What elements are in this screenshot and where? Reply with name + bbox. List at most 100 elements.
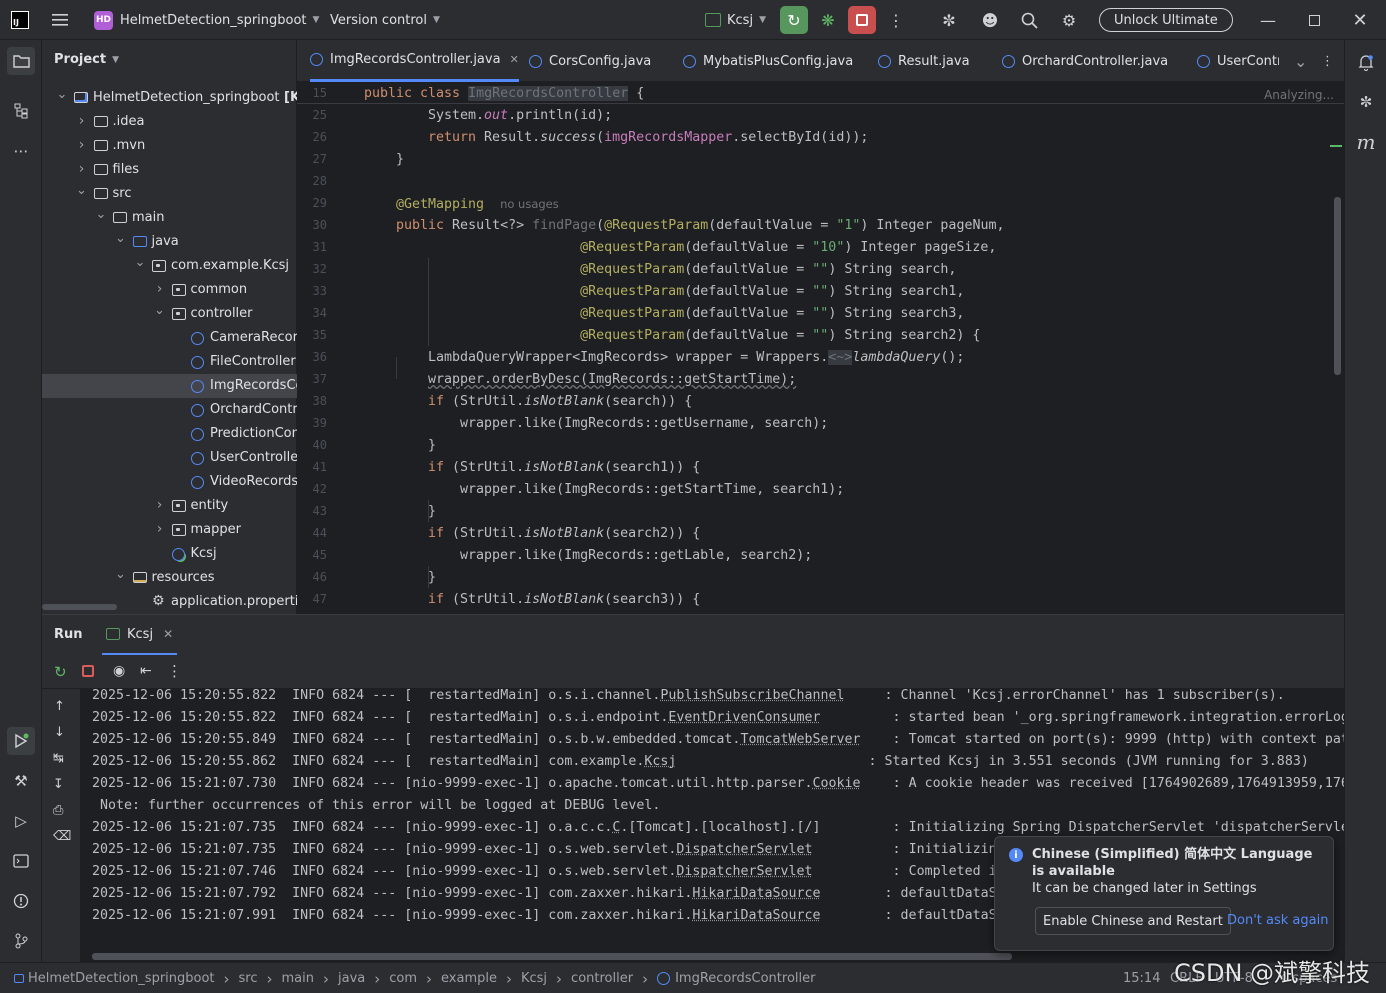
tree-item-usercontroller[interactable]: UserController: [42, 446, 297, 470]
terminal-icon[interactable]: [7, 847, 35, 875]
chevron-right-icon[interactable]: ›: [154, 281, 166, 297]
tree-item-mapper[interactable]: › mapper: [42, 518, 297, 542]
tree-item--mvn[interactable]: › .mvn: [42, 134, 297, 158]
tab-corsconfig-java[interactable]: CorsConfig.java: [529, 40, 651, 82]
dont-ask-again-link[interactable]: Don't ask again: [1227, 913, 1328, 928]
enable-chinese-restart-button[interactable]: Enable Chinese and Restart: [1035, 907, 1231, 935]
maven-icon[interactable]: m: [1352, 128, 1380, 156]
app-logo[interactable]: IJ: [6, 6, 34, 34]
tabs-more-icon[interactable]: ⋮: [1321, 40, 1334, 82]
services-icon[interactable]: ▷: [7, 807, 35, 835]
tree-item-src[interactable]: ⌄ src: [42, 182, 297, 206]
unlock-ultimate-button[interactable]: Unlock Ultimate: [1099, 8, 1233, 32]
tab-result-java[interactable]: Result.java: [878, 40, 970, 82]
rerun-button[interactable]: ↻: [780, 6, 808, 34]
chevron-right-icon[interactable]: ›: [154, 521, 166, 537]
tree-item-imgrecordscontroller[interactable]: ImgRecordsController: [42, 374, 297, 398]
tree-item-common[interactable]: › common: [42, 278, 297, 302]
chevron-right-icon[interactable]: ›: [76, 137, 88, 153]
run-config-selector[interactable]: Kcsj ▼: [705, 0, 766, 40]
logger-link[interactable]: C: [612, 820, 620, 835]
editor-scrollbar[interactable]: [1334, 197, 1341, 375]
chevron-down-icon[interactable]: ⌄: [115, 231, 127, 246]
chevron-right-icon[interactable]: ›: [76, 113, 88, 129]
chevron-right-icon[interactable]: ›: [76, 161, 88, 177]
project-switcher[interactable]: HD HelmetDetection_springboot ▼: [94, 0, 319, 40]
logger-link[interactable]: PublishSubscribeChannel: [660, 688, 844, 703]
tree-item-orchardcontroller[interactable]: OrchardController: [42, 398, 297, 422]
stop-icon[interactable]: [82, 665, 94, 677]
caret-position[interactable]: 15:14: [1123, 963, 1160, 993]
chevron-down-icon[interactable]: ⌄: [95, 207, 107, 222]
tree-item-filecontroller[interactable]: FileController: [42, 350, 297, 374]
breadcrumb-item[interactable]: Kcsj: [521, 971, 547, 986]
tree-item-predictioncontroller[interactable]: PredictionController: [42, 422, 297, 446]
tree-item-camerarecordscontroller[interactable]: CameraRecordsController: [42, 326, 297, 350]
more-options-icon[interactable]: ⋮: [167, 662, 182, 680]
tree-item-files[interactable]: › files: [42, 158, 297, 182]
notifications-bell-icon[interactable]: [1352, 48, 1380, 76]
tree-item-helmetdetection-springboot[interactable]: ⌄ HelmetDetection_springboot [Kcsj]: [42, 86, 297, 110]
more-tools-icon[interactable]: ⋯: [7, 137, 35, 165]
hamburger-menu-icon[interactable]: [46, 6, 74, 34]
tab-orchardcontroller-java[interactable]: OrchardController.java: [1002, 40, 1168, 82]
ai-chat-icon[interactable]: ✼: [1352, 88, 1380, 116]
maximize-window-icon[interactable]: [1300, 6, 1328, 34]
logger-link[interactable]: Kcsj: [644, 754, 676, 769]
tree-item-main[interactable]: ⌄ main: [42, 206, 297, 230]
breadcrumb-item[interactable]: src: [239, 971, 258, 986]
close-tab-icon[interactable]: ✕: [163, 627, 173, 641]
horizontal-scrollbar[interactable]: [42, 604, 117, 610]
run-tool-icon[interactable]: [7, 727, 35, 755]
chevron-down-icon[interactable]: ⌄: [76, 183, 88, 198]
tree-item-resources[interactable]: ⌄ resources: [42, 566, 297, 590]
git-branch-icon[interactable]: [7, 927, 35, 955]
more-actions-icon[interactable]: ⋮: [882, 6, 910, 34]
build-hammer-icon[interactable]: ⚒: [7, 767, 35, 795]
code-editor[interactable]: Analyzing... 15 public class ImgRecordsCo…: [297, 82, 1344, 614]
breadcrumb-item[interactable]: com: [389, 971, 417, 986]
tree-item-application-properties[interactable]: ⚙ application.properties: [42, 590, 297, 614]
logger-link[interactable]: DispatcherServlet: [676, 842, 812, 857]
chevron-down-icon[interactable]: ⌄: [115, 567, 127, 582]
chevron-right-icon[interactable]: ›: [154, 497, 166, 513]
logger-link[interactable]: DispatcherServlet: [676, 864, 812, 879]
camera-snapshot-icon[interactable]: ◉: [113, 663, 125, 679]
tree-item-kcsj[interactable]: Kcsj: [42, 542, 297, 566]
debug-button[interactable]: ❋: [814, 6, 842, 34]
version-control-menu[interactable]: Version control ▼: [330, 0, 440, 40]
minimize-window-icon[interactable]: —: [1254, 6, 1282, 34]
tree-item-entity[interactable]: › entity: [42, 494, 297, 518]
project-panel-header[interactable]: Project ▼: [54, 52, 119, 67]
ai-assistant-icon[interactable]: ✼: [935, 6, 963, 34]
structure-tool-icon[interactable]: [7, 97, 35, 125]
logger-link[interactable]: EventDrivenConsumer: [668, 710, 820, 725]
breadcrumb-item[interactable]: main: [282, 971, 314, 986]
chevron-down-icon[interactable]: ⌄: [154, 303, 166, 318]
restore-layout-icon[interactable]: ⇤: [140, 663, 152, 679]
close-window-icon[interactable]: ✕: [1346, 6, 1374, 34]
tree-item-com-example-kcsj[interactable]: ⌄ com.example.Kcsj: [42, 254, 297, 278]
breadcrumb-item[interactable]: java: [338, 971, 365, 986]
tree-item-java[interactable]: ⌄ java: [42, 230, 297, 254]
stop-button[interactable]: [848, 6, 876, 34]
project-tool-icon[interactable]: [7, 47, 35, 75]
tab-usercontroller-java[interactable]: UserController.java: [1197, 40, 1279, 82]
breadcrumb-item[interactable]: ImgRecordsController: [675, 971, 815, 986]
breadcrumb-item[interactable]: controller: [571, 971, 633, 986]
chevron-down-icon[interactable]: ⌄: [134, 255, 146, 270]
tabs-dropdown-icon[interactable]: ⌄: [1294, 40, 1307, 82]
run-tab-kcsj[interactable]: Kcsj ✕: [102, 615, 178, 655]
console-horizontal-scrollbar[interactable]: [92, 953, 1012, 960]
tab-imgrecordscontroller-java[interactable]: ImgRecordsController.java ✕: [310, 40, 519, 82]
settings-gear-icon[interactable]: ⚙: [1055, 6, 1083, 34]
vertical-scrollbar[interactable]: [287, 86, 293, 146]
add-user-icon[interactable]: ☻: [976, 6, 1004, 34]
tree-item--idea[interactable]: › .idea: [42, 110, 297, 134]
logger-link[interactable]: Cookie: [813, 776, 861, 791]
problems-icon[interactable]: [7, 887, 35, 915]
logger-link[interactable]: HikariDataSource: [692, 908, 820, 923]
breadcrumb-item[interactable]: HelmetDetection_springboot: [28, 971, 215, 986]
breadcrumb-item[interactable]: example: [441, 971, 497, 986]
chevron-down-icon[interactable]: ⌄: [56, 87, 68, 102]
